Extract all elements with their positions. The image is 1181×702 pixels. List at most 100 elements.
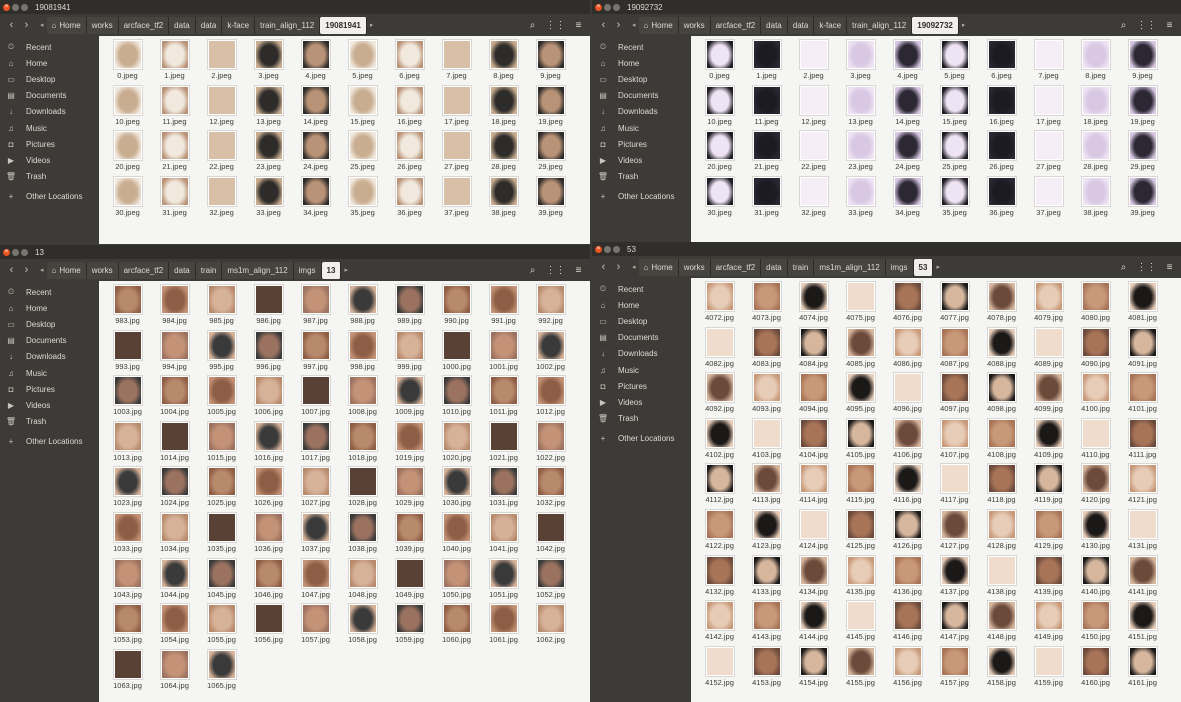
file-item[interactable]: 4142.jpg xyxy=(696,600,743,646)
file-item[interactable]: 4111.jpg xyxy=(1119,417,1166,464)
breadcrumb-item[interactable]: works xyxy=(678,16,711,34)
breadcrumb-scroll-left[interactable]: ◂ xyxy=(629,263,639,271)
file-item[interactable]: 4099.jpg xyxy=(1025,372,1072,418)
file-item[interactable]: 1023.jpg xyxy=(104,466,151,512)
file-item[interactable]: 4130.jpg xyxy=(1072,508,1119,555)
breadcrumb-current[interactable]: 19092732 xyxy=(912,16,959,34)
file-item[interactable]: 31.jpeg xyxy=(151,175,198,222)
breadcrumb-item[interactable]: train xyxy=(787,258,815,276)
file-item[interactable]: 4119.jpg xyxy=(1025,463,1072,509)
file-item[interactable]: 4159.jpg xyxy=(1025,645,1072,692)
breadcrumb-scroll-left[interactable]: ◂ xyxy=(629,21,639,29)
file-item[interactable]: 7.jpeg xyxy=(433,39,480,85)
file-item[interactable]: 7.jpeg xyxy=(1025,39,1072,85)
file-item[interactable]: 4131.jpg xyxy=(1119,508,1166,555)
sidebar-item-trash[interactable]: 🗑 Trash xyxy=(0,414,99,430)
forward-button[interactable]: › xyxy=(19,17,34,33)
file-item[interactable]: 38.jpeg xyxy=(1072,175,1119,222)
file-item[interactable]: 4118.jpg xyxy=(978,463,1025,509)
sidebar-item-home[interactable]: ⌂ Home xyxy=(0,300,99,316)
file-item[interactable]: 1062.jpg xyxy=(527,603,574,649)
sidebar-item-other-locations[interactable]: + Other Locations xyxy=(592,189,691,205)
file-item[interactable]: 1044.jpg xyxy=(151,557,198,604)
file-item[interactable]: 15.jpeg xyxy=(339,84,386,131)
file-item[interactable]: 4146.jpg xyxy=(884,600,931,646)
close-button[interactable]: × xyxy=(595,3,602,11)
file-item[interactable]: 33.jpeg xyxy=(245,175,292,222)
file-item[interactable]: 1035.jpg xyxy=(198,511,245,558)
file-item[interactable]: 4100.jpg xyxy=(1072,372,1119,418)
file-item[interactable]: 1026.jpg xyxy=(245,466,292,512)
file-item[interactable]: 1064.jpg xyxy=(151,648,198,695)
file-item[interactable]: 18.jpeg xyxy=(480,84,527,131)
file-item[interactable]: 4150.jpg xyxy=(1072,600,1119,646)
breadcrumb-scroll-right[interactable]: ▸ xyxy=(959,21,969,29)
file-item[interactable]: 4082.jpg xyxy=(696,326,743,373)
file-item[interactable]: 1002.jpg xyxy=(527,329,574,376)
file-item[interactable]: 1030.jpg xyxy=(433,466,480,512)
file-item[interactable]: 29.jpeg xyxy=(1119,130,1166,176)
file-item[interactable]: 4161.jpg xyxy=(1119,645,1166,692)
file-item[interactable]: 1028.jpg xyxy=(339,466,386,512)
file-item[interactable]: 4136.jpg xyxy=(884,554,931,601)
file-item[interactable]: 30.jpeg xyxy=(696,175,743,222)
breadcrumb-item[interactable]: data xyxy=(761,258,788,276)
file-item[interactable]: 4077.jpg xyxy=(931,281,978,327)
sidebar-item-desktop[interactable]: ▭ Desktop xyxy=(592,313,691,329)
file-item[interactable]: 4092.jpg xyxy=(696,372,743,418)
file-item[interactable]: 1022.jpg xyxy=(527,420,574,467)
file-item[interactable]: 1033.jpg xyxy=(104,511,151,558)
file-item[interactable]: 6.jpeg xyxy=(386,39,433,85)
file-item[interactable]: 19.jpeg xyxy=(527,84,574,131)
sidebar-item-pictures[interactable]: ◘ Pictures xyxy=(0,381,99,397)
file-item[interactable]: 38.jpeg xyxy=(480,175,527,222)
file-item[interactable]: 1.jpeg xyxy=(743,39,790,85)
forward-button[interactable]: › xyxy=(611,17,626,33)
file-item[interactable]: 1010.jpg xyxy=(433,375,480,421)
file-item[interactable]: 1000.jpg xyxy=(433,329,480,376)
breadcrumb-scroll-left[interactable]: ◂ xyxy=(37,21,47,29)
sidebar-item-videos[interactable]: ▶ Videos xyxy=(592,152,691,168)
file-item[interactable]: 2.jpeg xyxy=(198,39,245,85)
file-item[interactable]: 1046.jpg xyxy=(245,557,292,604)
breadcrumb-item[interactable]: works xyxy=(678,258,711,276)
breadcrumb-item[interactable]: train xyxy=(195,261,223,279)
breadcrumb-home[interactable]: ⌂ Home xyxy=(46,261,87,279)
file-item[interactable]: 4094.jpg xyxy=(790,372,837,418)
file-item[interactable]: 36.jpeg xyxy=(978,175,1025,222)
file-item[interactable]: 37.jpeg xyxy=(1025,175,1072,222)
file-item[interactable]: 4101.jpg xyxy=(1119,372,1166,418)
file-item[interactable]: 1031.jpg xyxy=(480,466,527,512)
file-item[interactable]: 1051.jpg xyxy=(480,557,527,604)
sidebar-item-documents[interactable]: ▤ Documents xyxy=(592,88,691,104)
file-item[interactable]: 18.jpeg xyxy=(1072,84,1119,131)
back-button[interactable]: ‹ xyxy=(4,262,19,278)
file-item[interactable]: 36.jpeg xyxy=(386,175,433,222)
sidebar-item-documents[interactable]: ▤ Documents xyxy=(0,333,99,349)
maximize-button[interactable] xyxy=(21,248,28,256)
file-item[interactable]: 39.jpeg xyxy=(1119,175,1166,222)
file-item[interactable]: 4132.jpg xyxy=(696,554,743,601)
file-item[interactable]: 4074.jpg xyxy=(790,281,837,327)
file-item[interactable]: 4076.jpg xyxy=(884,281,931,327)
file-item[interactable]: 4128.jpg xyxy=(978,508,1025,555)
menu-icon[interactable]: ≡ xyxy=(569,262,588,278)
file-item[interactable]: 1007.jpg xyxy=(292,375,339,421)
file-item[interactable]: 1015.jpg xyxy=(198,420,245,467)
sidebar-item-recent[interactable]: ⏲ Recent xyxy=(0,39,99,55)
file-item[interactable]: 34.jpeg xyxy=(884,175,931,222)
file-item[interactable]: 11.jpeg xyxy=(151,84,198,131)
file-item[interactable]: 3.jpeg xyxy=(245,39,292,85)
breadcrumb-item[interactable]: data xyxy=(195,16,223,34)
file-item[interactable]: 26.jpeg xyxy=(978,130,1025,176)
file-item[interactable]: 4083.jpg xyxy=(743,326,790,373)
sidebar-item-music[interactable]: ♫ Music xyxy=(0,120,99,136)
file-item[interactable]: 8.jpeg xyxy=(480,39,527,85)
sidebar-item-pictures[interactable]: ◘ Pictures xyxy=(0,136,99,152)
file-item[interactable]: 4084.jpg xyxy=(790,326,837,373)
file-item[interactable]: 0.jpeg xyxy=(696,39,743,85)
sidebar-item-videos[interactable]: ▶ Videos xyxy=(592,394,691,410)
file-item[interactable]: 989.jpg xyxy=(386,284,433,330)
file-item[interactable]: 4087.jpg xyxy=(931,326,978,373)
sidebar-item-recent[interactable]: ⏲ Recent xyxy=(592,39,691,55)
